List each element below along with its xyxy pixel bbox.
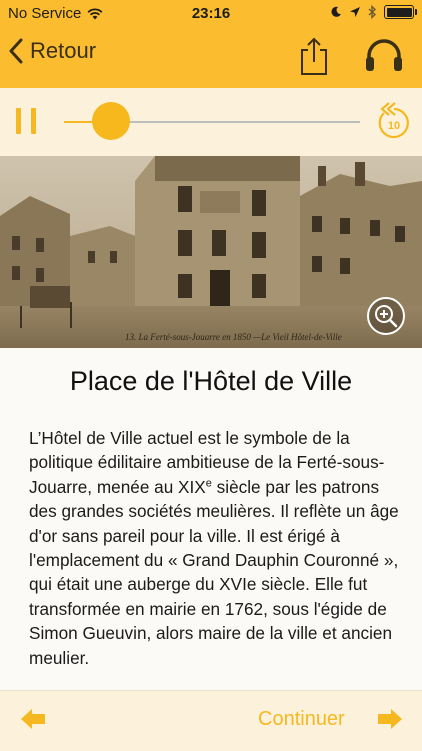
navigation-bar: Retour <box>0 28 422 88</box>
replay-10-button[interactable]: 10 <box>375 101 413 141</box>
audio-progress-thumb[interactable] <box>92 102 131 140</box>
article-title: Place de l'Hôtel de Ville <box>69 366 353 396</box>
magnify-plus-icon <box>367 297 405 335</box>
previous-button[interactable] <box>20 708 46 735</box>
continue-button[interactable]: Continuer <box>258 708 345 731</box>
arrow-left-icon <box>21 709 45 729</box>
audio-guide-button[interactable] <box>364 38 404 77</box>
share-button[interactable] <box>298 36 330 81</box>
article-content: Place de l'Hôtel de Ville L’Hôtel de Vil… <box>0 348 422 690</box>
pause-button[interactable] <box>14 108 38 134</box>
share-icon <box>301 37 327 75</box>
zoom-button[interactable] <box>366 296 406 336</box>
footer-bar: Continuer <box>0 690 422 751</box>
back-label: Retour <box>30 38 97 63</box>
photo-caption: 13. La Ferté-sous-Jouarre en 1850 —Le Vi… <box>125 332 342 342</box>
photo-image: 13. La Ferté-sous-Jouarre en 1850 —Le Vi… <box>0 156 422 348</box>
status-icons <box>330 5 417 19</box>
next-button[interactable] <box>377 708 403 735</box>
back-button[interactable]: Retour <box>8 38 96 64</box>
article-body: L’Hôtel de Ville actuel est le symbole d… <box>29 426 399 670</box>
location-arrow-icon <box>350 7 360 17</box>
arrow-right-icon <box>378 709 402 729</box>
top-bar: No Service 23:16 Retour <box>0 0 422 88</box>
historic-photo: 13. La Ferté-sous-Jouarre en 1850 —Le Vi… <box>0 156 422 348</box>
bluetooth-icon <box>368 5 377 19</box>
status-bar: No Service 23:16 <box>0 0 422 28</box>
battery-icon <box>384 5 417 19</box>
audio-player: 10 <box>0 88 422 156</box>
headphones-icon <box>366 39 402 71</box>
chevron-left-icon <box>9 38 23 64</box>
moon-icon <box>331 6 341 17</box>
article-body-part2: siècle par les patrons des grandes socié… <box>29 476 399 668</box>
replay-10-icon: 10 <box>378 102 409 139</box>
replay-seconds-label: 10 <box>388 120 400 132</box>
